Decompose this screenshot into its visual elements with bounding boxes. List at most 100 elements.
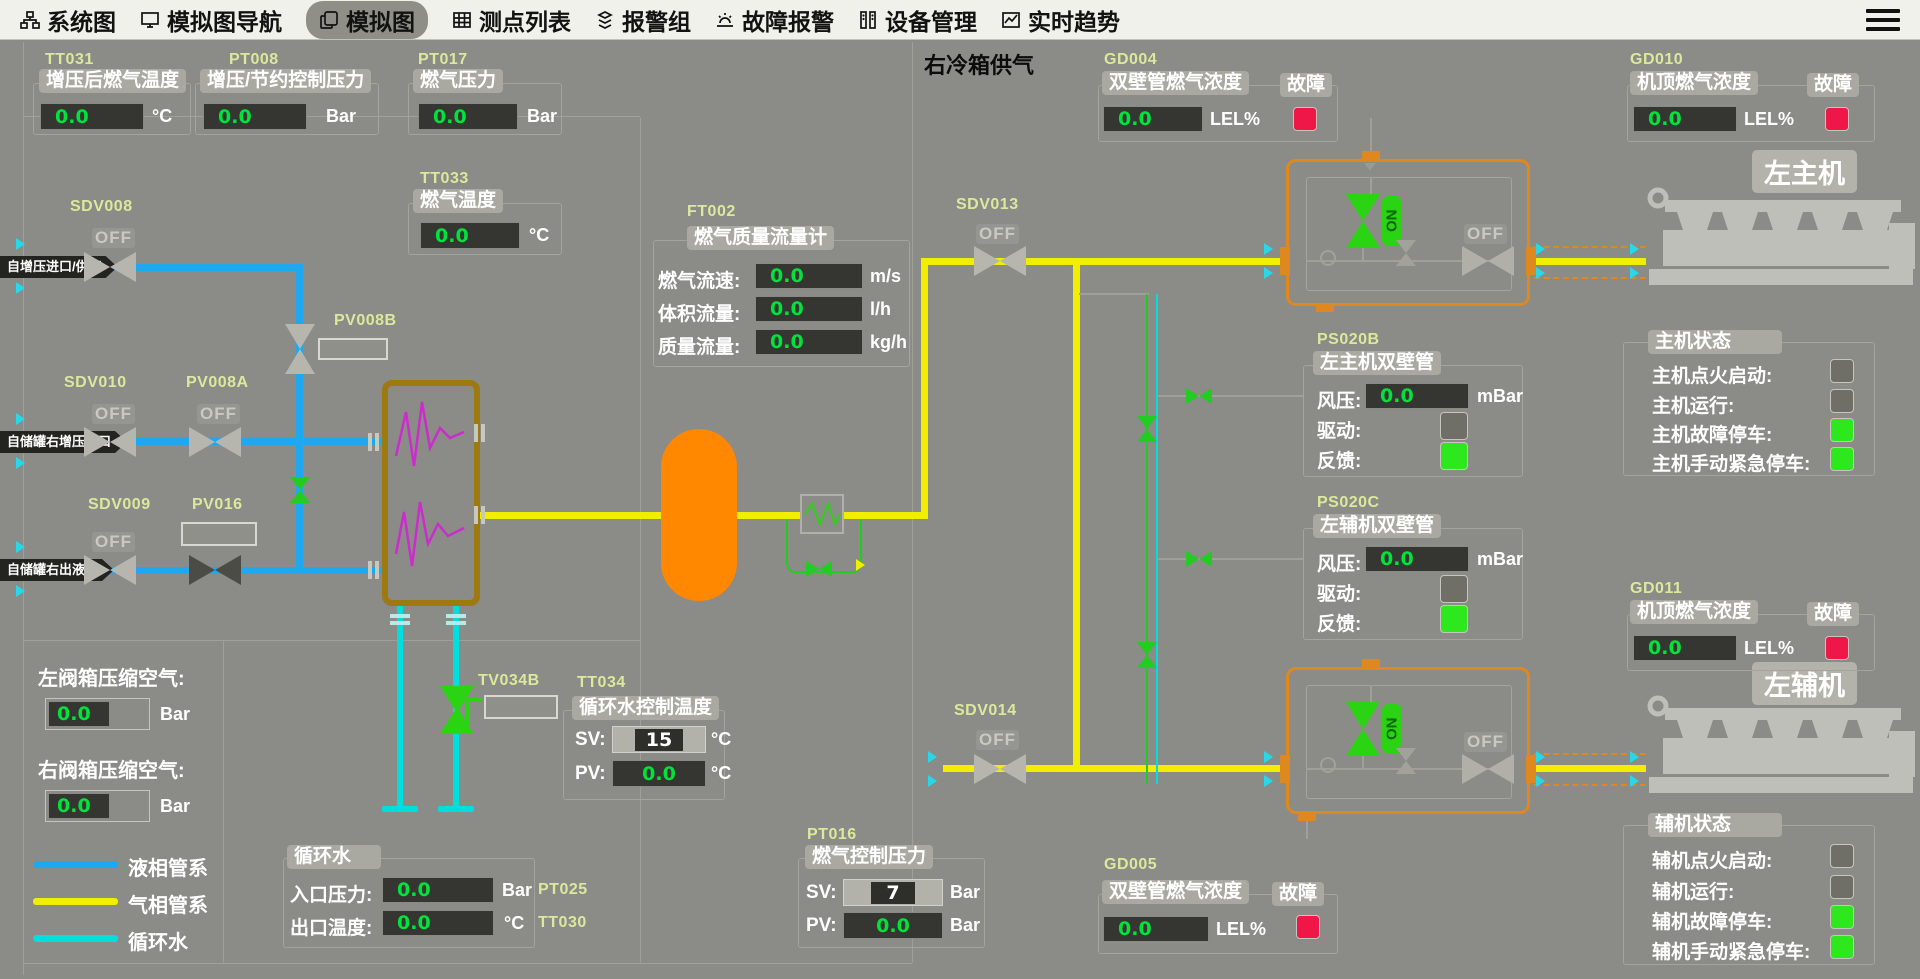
- valve-sdv009[interactable]: [84, 555, 136, 585]
- tt033-unit: °C: [529, 225, 549, 246]
- tt031-unit: °C: [152, 106, 172, 127]
- menu-item-point-list[interactable]: 测点列表: [452, 3, 571, 37]
- valve-sdv008[interactable]: [84, 252, 136, 282]
- valve-tag: SDV009: [88, 496, 151, 514]
- menu-item-alarm-group[interactable]: 报警组: [595, 3, 691, 37]
- legend-water-line: [33, 935, 118, 942]
- tt034-sv-label: SV:: [575, 729, 606, 751]
- pt016-pv-unit: Bar: [950, 915, 980, 936]
- valve-pv016-input[interactable]: [181, 522, 257, 546]
- gd010-fault-indicator: [1825, 107, 1849, 131]
- gd011-fault-label: 故障: [1807, 602, 1859, 626]
- engine-label-main: 左主机: [1752, 150, 1857, 193]
- gd005-fault-label: 故障: [1272, 882, 1324, 906]
- status-row-label: 辅机手动紧急停车:: [1652, 937, 1810, 964]
- flange: [1298, 812, 1316, 821]
- menu-item-sim-navigation[interactable]: 模拟图导航: [140, 3, 282, 37]
- air-left-box: 0.0: [45, 698, 150, 730]
- pt016-pv-label: PV:: [806, 915, 837, 937]
- menu-item-simulation-diagram[interactable]: 模拟图: [306, 1, 428, 39]
- gvu-component: [1320, 757, 1336, 773]
- valve-state: OFF: [1464, 732, 1507, 752]
- gd010-unit: LEL%: [1744, 109, 1794, 130]
- main-status-title: 主机状态: [1648, 330, 1782, 354]
- valve-tag: PV008B: [334, 312, 397, 330]
- pt008-unit: Bar: [326, 106, 356, 127]
- flow-arrow-icon: [1264, 243, 1273, 255]
- valve-tv034b[interactable]: [440, 686, 468, 734]
- legend-liquid-line: [33, 861, 118, 868]
- vent-line: [1158, 395, 1303, 397]
- valve-sdv010[interactable]: [84, 427, 136, 457]
- hamburger-menu-icon[interactable]: [1866, 9, 1900, 31]
- ps020c-drive-label: 驱动:: [1317, 579, 1361, 606]
- valve-pv008b[interactable]: [285, 324, 315, 374]
- marker-flag-icon: [16, 457, 25, 469]
- valve-sdv014[interactable]: [974, 754, 1026, 784]
- divider: [23, 640, 640, 641]
- valve-gvu-aux-off[interactable]: [1462, 754, 1514, 784]
- flow-arrow-icon: [1630, 775, 1639, 787]
- status-indicator: [1830, 905, 1854, 929]
- valve-pv008a[interactable]: [189, 427, 241, 457]
- pt016-sv-label: SV:: [806, 882, 837, 904]
- menu-item-realtime-trend[interactable]: 实时趋势: [1001, 3, 1120, 37]
- pt017-title: 燃气压力: [413, 69, 503, 93]
- valve-pv008b-input[interactable]: [318, 338, 388, 360]
- air-right-unit: Bar: [160, 796, 190, 817]
- valve-gvu-aux-on[interactable]: [1346, 702, 1380, 756]
- vent-line-cyan: [1156, 294, 1158, 784]
- menu-item-fault-alarm[interactable]: 故障报警: [715, 3, 834, 37]
- ft002-row-value: 0.0: [755, 296, 863, 322]
- gas-pipe: [842, 512, 925, 519]
- ps020c-title: 左辅机双壁管: [1313, 514, 1441, 538]
- air-right-box: 0.0: [45, 790, 150, 822]
- ft002-row-unit: l/h: [870, 299, 891, 320]
- tt034-pv-label: PV:: [575, 763, 606, 785]
- ps020b-feedback-label: 反馈:: [1317, 446, 1361, 473]
- legend-gas-line: [33, 898, 118, 905]
- flange: [1362, 151, 1380, 160]
- valve-pv016[interactable]: [189, 555, 241, 585]
- ps020c-feedback-label: 反馈:: [1317, 609, 1361, 636]
- instrument-tag: TT033: [420, 170, 469, 188]
- flow-arrow-icon: [1630, 243, 1639, 255]
- ps020c-wind-label: 风压:: [1317, 549, 1361, 576]
- menu-item-device-management[interactable]: 设备管理: [858, 3, 977, 37]
- legend-liquid-label: 液相管系: [128, 852, 208, 881]
- menu-label: 模拟图导航: [167, 3, 282, 37]
- vent-line: [1079, 293, 1149, 295]
- check-valve-icon: [290, 477, 310, 503]
- ft002-row-value: 0.0: [755, 263, 863, 289]
- ft002-row-label: 体积流量:: [658, 299, 740, 326]
- cooling-title: 循环水: [287, 845, 381, 869]
- cooling-row-label: 入口压力:: [290, 880, 372, 907]
- ps020c-wind-unit: mBar: [1477, 549, 1523, 570]
- gd004-fault-indicator: [1293, 107, 1317, 131]
- divider: [23, 963, 912, 964]
- vaporizer-trace: [388, 386, 474, 600]
- vaporizer: [382, 380, 480, 606]
- valve-sdv013[interactable]: [974, 246, 1026, 276]
- menu-label: 实时趋势: [1028, 3, 1120, 37]
- gd005-value: 0.0: [1103, 916, 1209, 942]
- tt034-sv-value[interactable]: 15: [635, 729, 683, 751]
- check-valve-icon: [1186, 551, 1212, 567]
- gd004-unit: LEL%: [1210, 109, 1260, 130]
- cooling-row-unit: °C: [504, 913, 524, 934]
- pt016-sv-input[interactable]: 7: [843, 879, 943, 906]
- valve-tag: SDV013: [956, 196, 1019, 214]
- ps020b-feedback-indicator: [1440, 442, 1468, 470]
- flange: [1280, 755, 1290, 783]
- pt016-sv-value[interactable]: 7: [871, 882, 915, 904]
- tt034-sv-input[interactable]: 15: [612, 726, 706, 753]
- gd005-unit: LEL%: [1216, 919, 1266, 940]
- valve-gvu-main-off[interactable]: [1462, 246, 1514, 276]
- ps020b-drive-indicator: [1440, 412, 1468, 440]
- menu-item-system-diagram[interactable]: 系统图: [20, 3, 116, 37]
- flange: [474, 506, 485, 524]
- instrument-tag: PS020B: [1317, 331, 1380, 349]
- valve-tv034b-input[interactable]: [484, 695, 558, 719]
- valve-gvu-main-on[interactable]: [1346, 194, 1380, 248]
- air-left-unit: Bar: [160, 704, 190, 725]
